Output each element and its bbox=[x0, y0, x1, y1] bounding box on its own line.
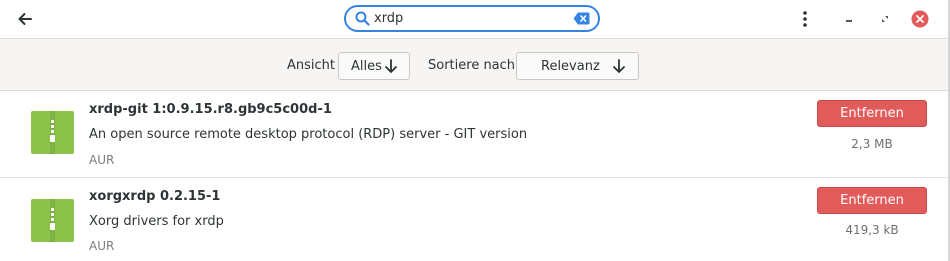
package-size: 419,3 kB bbox=[845, 223, 899, 237]
arrow-down-icon bbox=[613, 59, 625, 73]
package-description: Xorg drivers for xrdp bbox=[89, 214, 224, 229]
package-icon bbox=[31, 111, 74, 154]
search-field[interactable] bbox=[344, 5, 600, 32]
filter-bar: Ansicht Alles Sortiere nach Relevanz bbox=[0, 38, 948, 91]
view-dropdown[interactable]: Alles bbox=[338, 52, 410, 80]
package-name: xorgxrdp 0.2.15-1 bbox=[89, 189, 221, 204]
restore-icon bbox=[882, 16, 888, 22]
menu-button[interactable] bbox=[794, 8, 816, 30]
view-label: Ansicht bbox=[287, 58, 336, 73]
sort-dropdown-value: Relevanz bbox=[541, 59, 600, 74]
restore-button[interactable] bbox=[874, 8, 896, 30]
search-icon bbox=[355, 11, 370, 26]
sort-dropdown[interactable]: Relevanz bbox=[516, 52, 639, 80]
package-description: An open source remote desktop protocol (… bbox=[89, 127, 528, 142]
view-dropdown-value: Alles bbox=[351, 59, 382, 74]
back-arrow-icon bbox=[18, 13, 32, 25]
software-manager-window: Ansicht Alles Sortiere nach Relevanz xrd… bbox=[0, 0, 950, 261]
package-icon bbox=[31, 199, 74, 242]
remove-button[interactable]: Entfernen bbox=[817, 100, 927, 127]
close-button[interactable] bbox=[909, 8, 931, 30]
arrow-down-icon bbox=[385, 59, 397, 73]
package-row[interactable]: xrdp-git 1:0.9.15.r8.gb9c5c00d-1 An open… bbox=[0, 91, 948, 177]
package-row[interactable]: xorgxrdp 0.2.15-1 Xorg drivers for xrdp … bbox=[0, 177, 948, 261]
header-bar bbox=[0, 0, 948, 38]
sort-label: Sortiere nach bbox=[428, 58, 516, 73]
minimize-button[interactable] bbox=[838, 8, 860, 30]
minimize-icon bbox=[846, 20, 852, 22]
close-icon bbox=[911, 10, 929, 28]
remove-button[interactable]: Entfernen bbox=[817, 187, 927, 214]
package-name: xrdp-git 1:0.9.15.r8.gb9c5c00d-1 bbox=[89, 102, 332, 117]
package-size: 2,3 MB bbox=[851, 137, 893, 151]
package-repo: AUR bbox=[89, 239, 115, 253]
package-repo: AUR bbox=[89, 153, 115, 167]
search-input[interactable] bbox=[374, 9, 564, 28]
kebab-menu-icon bbox=[803, 11, 807, 27]
clear-icon[interactable] bbox=[573, 12, 590, 25]
back-button[interactable] bbox=[14, 8, 36, 30]
